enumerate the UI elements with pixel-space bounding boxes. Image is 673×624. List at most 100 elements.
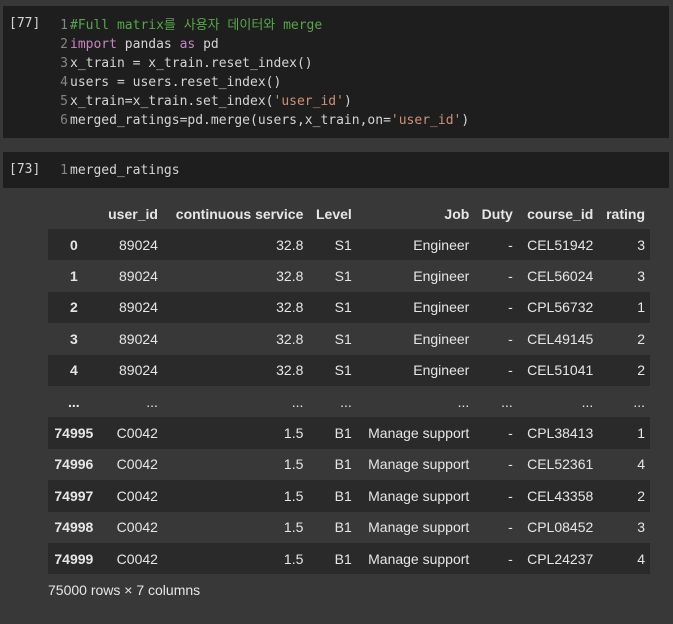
table-cell: S1 bbox=[334, 268, 352, 285]
table-cell: Manage support bbox=[368, 456, 470, 473]
table-cell: ... bbox=[581, 393, 594, 410]
table-row: 1 89024 32.8 S1 Engineer - CEL56024 3 bbox=[48, 260, 650, 292]
table-cell: C0042 bbox=[116, 519, 158, 536]
code-cell-73[interactable]: [73] 1 merged_ratings bbox=[3, 152, 669, 188]
code-cell-77[interactable]: [77] 1 #Full matrix를 사용자 데이터와 merge 2 impor… bbox=[3, 6, 669, 138]
table-cell: Manage support bbox=[368, 487, 470, 504]
row-index: 0 bbox=[69, 236, 78, 253]
table-cell: 3 bbox=[637, 519, 645, 536]
line-number: 1 bbox=[60, 18, 68, 33]
table-cell: 32.8 bbox=[276, 268, 304, 285]
table-row: 0 89024 32.8 S1 Engineer - CEL51942 3 bbox=[48, 229, 650, 261]
index-header bbox=[48, 198, 100, 229]
table-cell: - bbox=[508, 362, 513, 379]
row-index: ... bbox=[68, 393, 80, 410]
code-token-plain: users = users.reset_index() bbox=[70, 75, 282, 90]
table-cell: C0042 bbox=[116, 487, 158, 504]
line-number: 4 bbox=[60, 75, 68, 90]
table-cell: - bbox=[508, 550, 513, 567]
table-row: 74997 C0042 1.5 B1 Manage support - CEL43358 2 bbox=[48, 480, 650, 512]
column-header: course_id bbox=[527, 205, 594, 222]
table-row: 2 89024 32.8 S1 Engineer - CPL56732 1 bbox=[48, 291, 650, 324]
table-cell: CEL51041 bbox=[527, 362, 594, 379]
table-cell: ... bbox=[291, 393, 304, 410]
table-cell: 2 bbox=[637, 487, 645, 504]
code-line: 4 users = users.reset_index() bbox=[57, 73, 281, 92]
table-cell: - bbox=[508, 487, 513, 504]
code-line: 5 x_train=x_train.set_index('user_id') bbox=[57, 92, 352, 111]
table-cell: C0042 bbox=[116, 425, 158, 442]
table-cell: 4 bbox=[637, 456, 645, 473]
code-token-plain: ) bbox=[461, 113, 470, 128]
table-cell: S1 bbox=[334, 236, 352, 253]
table-cell: 32.8 bbox=[276, 236, 304, 253]
table-cell: C0042 bbox=[116, 456, 158, 473]
code-line: 3 x_train = x_train.reset_index() bbox=[57, 54, 313, 73]
table-cell: Engineer bbox=[413, 268, 470, 285]
table-cell: - bbox=[508, 330, 513, 347]
column-header: Duty bbox=[481, 205, 513, 222]
table-cell: CPL56732 bbox=[527, 299, 594, 316]
code-token-keyword: import bbox=[70, 37, 117, 52]
table-cell: CPL24237 bbox=[527, 550, 594, 567]
table-row: 4 89024 32.8 S1 Engineer - CEL51041 2 bbox=[48, 354, 650, 386]
column-header: rating bbox=[606, 205, 645, 222]
table-cell: B1 bbox=[334, 519, 352, 536]
code-token-string: 'user_id' bbox=[390, 113, 462, 128]
code-token-plain: pandas bbox=[116, 37, 180, 52]
table-cell: Manage support bbox=[368, 550, 470, 567]
table-cell: CEL43358 bbox=[527, 487, 594, 504]
table-cell: ... bbox=[501, 393, 513, 410]
table-cell: B1 bbox=[334, 425, 352, 442]
code-line: 1 merged_ratings bbox=[57, 161, 179, 180]
table-cell: CEL49145 bbox=[527, 330, 594, 347]
table-cell: Manage support bbox=[368, 519, 470, 536]
table-cell: CPL08452 bbox=[527, 519, 594, 536]
line-number: 2 bbox=[60, 37, 68, 52]
table-cell: ... bbox=[633, 393, 645, 410]
line-number: 1 bbox=[60, 163, 68, 178]
table-row: 74999 C0042 1.5 B1 Manage support - CPL24237 4 bbox=[48, 542, 650, 575]
table-cell: 1.5 bbox=[283, 425, 304, 442]
table-cell: 1.5 bbox=[283, 519, 304, 536]
table-row: ........................ bbox=[48, 385, 650, 418]
table-cell: - bbox=[508, 456, 513, 473]
table-cell: B1 bbox=[334, 487, 352, 504]
table-cell: 2 bbox=[637, 362, 645, 379]
code-token-plain: x_train = x_train.reset_index() bbox=[70, 56, 313, 71]
table-cell: - bbox=[508, 425, 513, 442]
table-cell: - bbox=[508, 299, 513, 316]
table-cell: Engineer bbox=[413, 362, 470, 379]
table-cell: CEL52361 bbox=[527, 456, 594, 473]
table-row: 74995 C0042 1.5 B1 Manage support - CPL38413 1 bbox=[48, 417, 650, 449]
table-cell: S1 bbox=[334, 330, 352, 347]
table-cell: S1 bbox=[334, 362, 352, 379]
column-header: user_id bbox=[108, 205, 158, 222]
code-token-comment: #Full matrix를 사용자 데이터와 merge bbox=[70, 18, 323, 33]
table-row: 3 89024 32.8 S1 Engineer - CEL49145 2 bbox=[48, 323, 650, 355]
table-cell: 3 bbox=[637, 268, 645, 285]
table-cell: 32.8 bbox=[276, 362, 304, 379]
table-cell: 89024 bbox=[119, 330, 158, 347]
table-cell: B1 bbox=[334, 456, 352, 473]
table-cell: 89024 bbox=[119, 236, 158, 253]
table-cell: 1 bbox=[637, 425, 645, 442]
table-header-row: user_id continuous service Level Job Duty cou… bbox=[48, 198, 650, 229]
table-cell: S1 bbox=[334, 299, 352, 316]
row-index: 74998 bbox=[54, 519, 94, 536]
table-cell: 89024 bbox=[119, 362, 158, 379]
row-index: 74999 bbox=[54, 550, 94, 567]
code-token-plain: ) bbox=[343, 94, 352, 109]
table-row: 74996 C0042 1.5 B1 Manage support - CEL52361 4 bbox=[48, 448, 650, 481]
code-line: 2 import pandas as pd bbox=[57, 35, 219, 54]
table-cell: Engineer bbox=[413, 236, 470, 253]
line-number: 6 bbox=[60, 113, 68, 128]
column-header: continuous service bbox=[175, 205, 304, 222]
table-cell: 2 bbox=[637, 330, 645, 347]
execution-count: [77] bbox=[9, 16, 41, 31]
table-cell: 32.8 bbox=[276, 330, 304, 347]
table-cell: CEL56024 bbox=[527, 268, 594, 285]
code-token-plain: pd bbox=[195, 37, 219, 52]
row-index: 74997 bbox=[54, 487, 94, 504]
table-cell: 1.5 bbox=[283, 456, 304, 473]
